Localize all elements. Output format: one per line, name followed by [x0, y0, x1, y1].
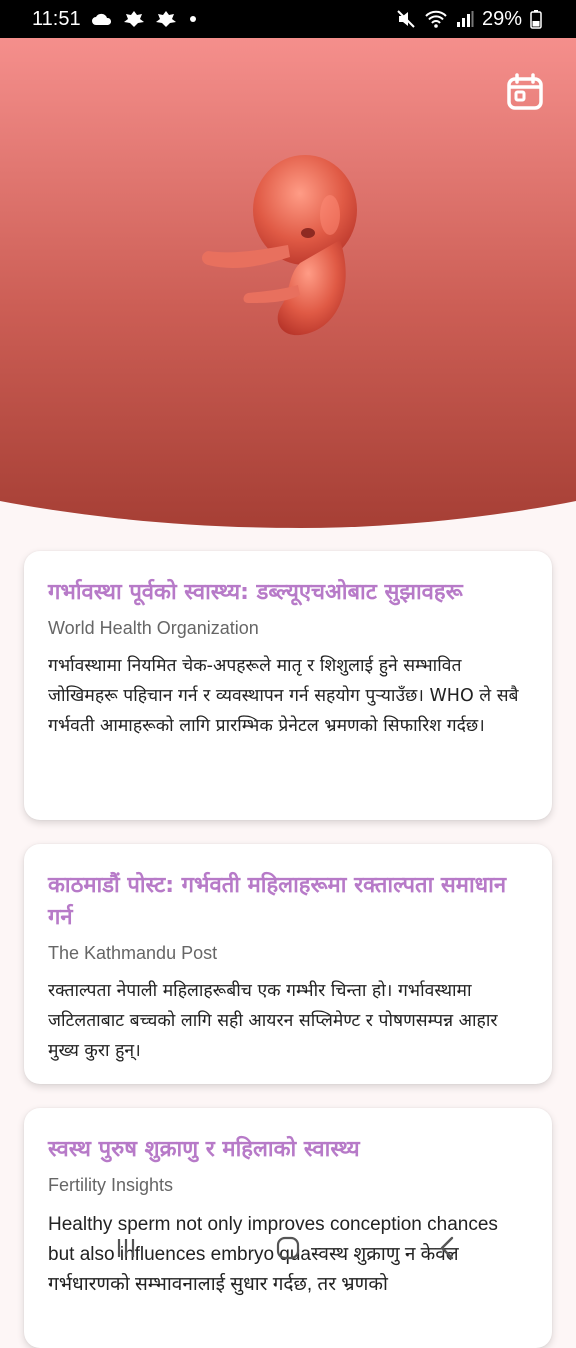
status-time: 11:51 — [32, 7, 81, 30]
article-source: Fertility Insights — [48, 1175, 174, 1195]
dot-icon — [187, 13, 199, 25]
article-source: The Kathmandu Post — [48, 943, 218, 963]
article-card[interactable]: काठमाडौं पोस्ट: गर्भवती महिलाहरूमा रक्ता… — [24, 844, 552, 1084]
wifi-icon — [424, 9, 448, 29]
cloud-icon — [91, 11, 113, 27]
article-title: काठमाडौं पोस्ट: गर्भवती महिलाहरूमा रक्ता… — [48, 873, 507, 930]
article-summary: गर्भावस्थामा नियमित चेक-अपहरूले मातृ र श… — [48, 656, 519, 736]
status-bar: 11:51 29% — [0, 0, 576, 38]
mute-icon — [396, 9, 416, 29]
article-card[interactable]: स्वस्थ पुरुष शुक्राणु र महिलाको स्वास्थ्… — [24, 1108, 552, 1348]
home-icon — [273, 1233, 303, 1267]
calendar-icon — [505, 72, 545, 116]
leaf-icon — [123, 10, 145, 28]
back-button[interactable] — [428, 1230, 468, 1270]
recents-icon — [111, 1233, 141, 1267]
battery-percent: 29% — [481, 7, 522, 30]
article-title: स्वस्थ पुरुष शुक्राणु र महिलाको स्वास्थ्… — [48, 1137, 360, 1162]
embryo-illustration — [190, 145, 370, 345]
article-summary: रक्ताल्पता नेपाली महिलाहरूबीच एक गम्भीर … — [48, 981, 498, 1061]
calendar-button[interactable] — [503, 72, 547, 116]
article-source: World Health Organization — [48, 618, 259, 638]
home-button[interactable] — [268, 1230, 308, 1270]
recents-button[interactable] — [106, 1230, 146, 1270]
back-icon — [433, 1233, 463, 1267]
battery-icon — [530, 9, 542, 29]
article-title: गर्भावस्था पूर्वको स्वास्थ्य: डब्ल्यूएचओ… — [48, 580, 463, 605]
leaf-icon — [155, 10, 177, 28]
article-card[interactable]: गर्भावस्था पूर्वको स्वास्थ्य: डब्ल्यूएचओ… — [24, 551, 552, 820]
signal-icon — [456, 10, 474, 28]
